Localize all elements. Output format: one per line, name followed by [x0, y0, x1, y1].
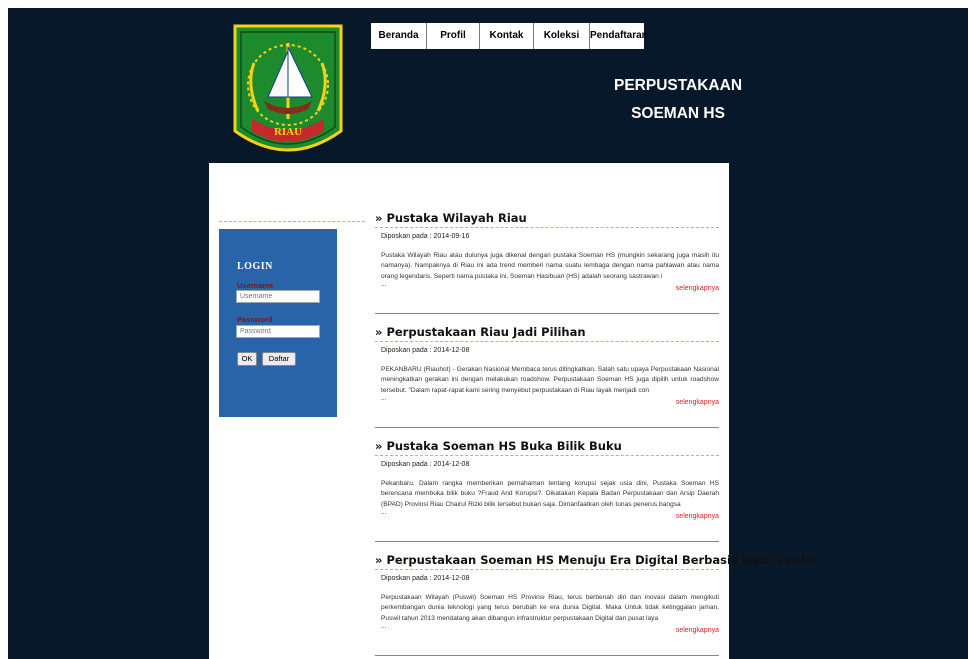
post-title[interactable]: » Perpustakaan Soeman HS Menuju Era Digit… — [375, 552, 820, 568]
post-title-rule — [375, 341, 719, 342]
post-separator — [375, 655, 719, 656]
post-date: Diposkan pada : 2014-12-08 — [381, 461, 470, 468]
post-bullet: » — [375, 211, 383, 225]
post-separator — [375, 427, 719, 428]
post-ellipsis: ... — [381, 509, 387, 516]
riau-emblem-logo: RIAU — [232, 23, 344, 169]
site-title: PERPUSTAKAAN SOEMAN HS — [568, 72, 788, 128]
read-more-link[interactable]: selengkapnya — [676, 285, 719, 292]
nav-koleksi[interactable]: Koleksi — [534, 23, 590, 49]
nav-beranda[interactable]: Beranda — [371, 23, 427, 49]
post-bullet: » — [375, 553, 383, 567]
site-title-line2: SOEMAN HS — [631, 105, 725, 122]
post-title-text: Perpustakaan Soeman HS Menuju Era Digita… — [386, 553, 820, 567]
password-input[interactable] — [236, 325, 320, 338]
post-ellipsis: ... — [381, 395, 387, 402]
post-excerpt: Pekanbaru, Dalam rangka memberikan pemah… — [381, 480, 719, 508]
content-panel: LOGIN Username Password OK Daftar »Pusta… — [209, 163, 820, 659]
post-title-text: Pustaka Soeman HS Buka Bilik Buku — [386, 439, 622, 453]
post-title[interactable]: » Pustaka Soeman HS Buka Bilik Buku — [375, 438, 719, 454]
post-separator — [375, 541, 719, 542]
post-title[interactable]: » Perpustakaan Riau Jadi Pilihan — [375, 324, 719, 340]
ok-button[interactable]: OK — [237, 352, 257, 366]
post-item: » Perpustakaan Riau Jadi Pilihan Diposkan… — [375, 324, 719, 428]
post-excerpt: Pustaka Wilayah Riau atau dulunya juga d… — [381, 252, 719, 280]
nav-pendaftaran[interactable]: Pendaftaran — [590, 23, 648, 49]
register-button[interactable]: Daftar — [262, 352, 296, 366]
sidebar-divider — [219, 221, 365, 222]
post-excerpt: Perpustakaan Wilayah (Puswil) Soeman HS … — [381, 594, 719, 622]
post-date: Diposkan pada : 2014-09-16 — [381, 233, 470, 240]
post-date: Diposkan pada : 2014-12-08 — [381, 347, 470, 354]
main-navigation: Beranda Profil Kontak Koleksi Pendaftara… — [371, 23, 648, 49]
post-title-rule — [375, 455, 719, 456]
username-input[interactable] — [236, 290, 320, 303]
post-title-rule — [375, 227, 719, 228]
page-background: RIAU Beranda Profil Kontak Koleksi Penda… — [8, 8, 968, 659]
read-more-link[interactable]: selengkapnya — [676, 399, 719, 406]
read-more-link[interactable]: selengkapnya — [676, 513, 719, 520]
post-separator — [375, 313, 719, 314]
post-excerpt: PEKANBARU (Riauhot) - Gerakan Nasional M… — [381, 366, 719, 394]
nav-profil[interactable]: Profil — [427, 23, 480, 49]
post-bullet: » — [375, 439, 383, 453]
username-label: Username — [237, 281, 274, 290]
login-panel: LOGIN Username Password OK Daftar — [219, 229, 337, 417]
post-title-text: Pustaka Wilayah Riau — [386, 211, 527, 225]
post-ellipsis: ... — [381, 281, 387, 288]
post-bullet: » — [375, 325, 383, 339]
post-ellipsis: ... — [381, 623, 387, 630]
post-item: » Pustaka Soeman HS Buka Bilik Buku Dipos… — [375, 438, 719, 542]
post-item: » Pustaka Wilayah Riau Diposkan pada : 20… — [375, 210, 719, 314]
post-item: » Perpustakaan Soeman HS Menuju Era Digit… — [375, 552, 820, 656]
post-title-text: Perpustakaan Riau Jadi Pilihan — [386, 325, 586, 339]
password-label: Password — [237, 315, 273, 324]
post-date: Diposkan pada : 2014-12-08 — [381, 575, 470, 582]
site-title-line1: PERPUSTAKAAN — [613, 77, 743, 94]
login-title: LOGIN — [237, 261, 273, 272]
nav-kontak[interactable]: Kontak — [480, 23, 534, 49]
logo-text: RIAU — [274, 126, 302, 138]
post-title-rule — [375, 569, 719, 570]
post-title[interactable]: » Pustaka Wilayah Riau — [375, 210, 719, 226]
read-more-link[interactable]: selengkapnya — [676, 627, 719, 634]
